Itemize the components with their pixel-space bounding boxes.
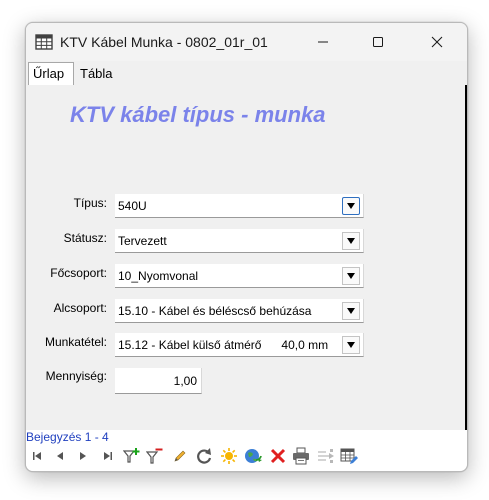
chevron-down-icon <box>347 203 355 209</box>
maximize-button[interactable] <box>355 23 401 61</box>
tipus-dropdown-button[interactable] <box>342 197 360 215</box>
export-button[interactable] <box>317 447 335 465</box>
record-navigator: Bejegyzés 1 - 4 <box>26 430 467 471</box>
last-record-icon <box>104 452 112 460</box>
focsoport-value: 10_Nyomvonal <box>118 269 199 283</box>
refresh-icon <box>197 448 212 464</box>
chevron-down-icon <box>347 238 355 244</box>
first-record-icon <box>33 452 41 460</box>
refresh-button[interactable] <box>195 447 213 465</box>
minimize-button[interactable] <box>300 23 346 61</box>
delete-icon <box>270 448 286 464</box>
close-button[interactable] <box>414 23 460 61</box>
export-icon <box>318 449 334 463</box>
remove-filter-icon <box>146 448 163 464</box>
edit-button[interactable] <box>171 447 189 465</box>
form-panel: KTV kábel típus - munka Típus: 540U Stát… <box>26 85 467 430</box>
previous-record-icon <box>57 452 63 460</box>
chevron-down-icon <box>347 273 355 279</box>
focsoport-label: Főcsoport: <box>50 266 107 280</box>
new-record-icon <box>221 448 237 464</box>
maximize-icon <box>373 37 383 47</box>
tipus-combobox[interactable]: 540U <box>115 194 364 218</box>
minimize-icon <box>318 41 328 43</box>
print-button[interactable] <box>292 447 310 465</box>
table-window-icon <box>35 33 53 51</box>
tab-strip: Űrlap Tábla <box>26 61 467 85</box>
munkatetel-dropdown-button[interactable] <box>342 336 360 354</box>
window-title: KTV Kábel Munka - 0802_01r_01 <box>60 34 268 50</box>
last-record-button[interactable] <box>99 447 117 465</box>
statusz-value: Tervezett <box>118 234 167 248</box>
alcsoport-dropdown-button[interactable] <box>342 302 360 320</box>
edit-pencil-icon <box>174 450 186 462</box>
globe-icon <box>245 449 262 463</box>
table-edit-icon <box>340 448 358 464</box>
munkatetel-value: 15.12 - Kábel külső átmérő 40,0 mm <box>118 338 329 352</box>
next-record-icon <box>80 452 86 460</box>
munkatetel-combobox[interactable]: 15.12 - Kábel külső átmérő 40,0 mm <box>115 333 364 357</box>
first-record-button[interactable] <box>28 447 46 465</box>
app-window: KTV Kábel Munka - 0802_01r_01 Űrlap Tábl… <box>25 22 468 472</box>
statusz-combobox[interactable]: Tervezett <box>115 229 364 253</box>
focsoport-combobox[interactable]: 10_Nyomvonal <box>115 264 364 288</box>
tipus-label: Típus: <box>73 196 107 210</box>
statusz-label: Státusz: <box>63 231 107 245</box>
add-filter-button[interactable] <box>123 447 141 465</box>
print-icon <box>293 447 309 465</box>
tipus-value: 540U <box>118 199 147 213</box>
focsoport-dropdown-button[interactable] <box>342 267 360 285</box>
remove-filter-button[interactable] <box>146 447 164 465</box>
munkatetel-label: Munkatétel: <box>44 335 107 349</box>
mennyiseg-value: 1,00 <box>173 374 197 388</box>
alcsoport-value: 15.10 - Kábel és béléscső behúzása <box>118 304 312 318</box>
alcsoport-combobox[interactable]: 15.10 - Kábel és béléscső behúzása <box>115 299 364 323</box>
tab-tabla[interactable]: Tábla <box>76 64 122 84</box>
close-icon <box>431 36 443 48</box>
mennyiseg-label: Mennyiség: <box>45 369 107 383</box>
next-record-button[interactable] <box>74 447 92 465</box>
form-heading: KTV kábel típus - munka <box>70 102 326 127</box>
alcsoport-label: Alcsoport: <box>53 301 107 315</box>
chevron-down-icon <box>347 342 355 348</box>
table-edit-button[interactable] <box>340 447 358 465</box>
new-record-button[interactable] <box>220 447 238 465</box>
globe-button[interactable] <box>244 447 262 465</box>
tab-urlap[interactable]: Űrlap <box>28 62 74 85</box>
title-bar[interactable]: KTV Kábel Munka - 0802_01r_01 <box>26 23 467 61</box>
add-filter-icon <box>123 448 140 463</box>
delete-button[interactable] <box>269 447 287 465</box>
record-status: Bejegyzés 1 - 4 <box>26 430 109 444</box>
mennyiseg-input[interactable]: 1,00 <box>115 368 202 394</box>
chevron-down-icon <box>347 308 355 314</box>
statusz-dropdown-button[interactable] <box>342 232 360 250</box>
previous-record-button[interactable] <box>51 447 69 465</box>
